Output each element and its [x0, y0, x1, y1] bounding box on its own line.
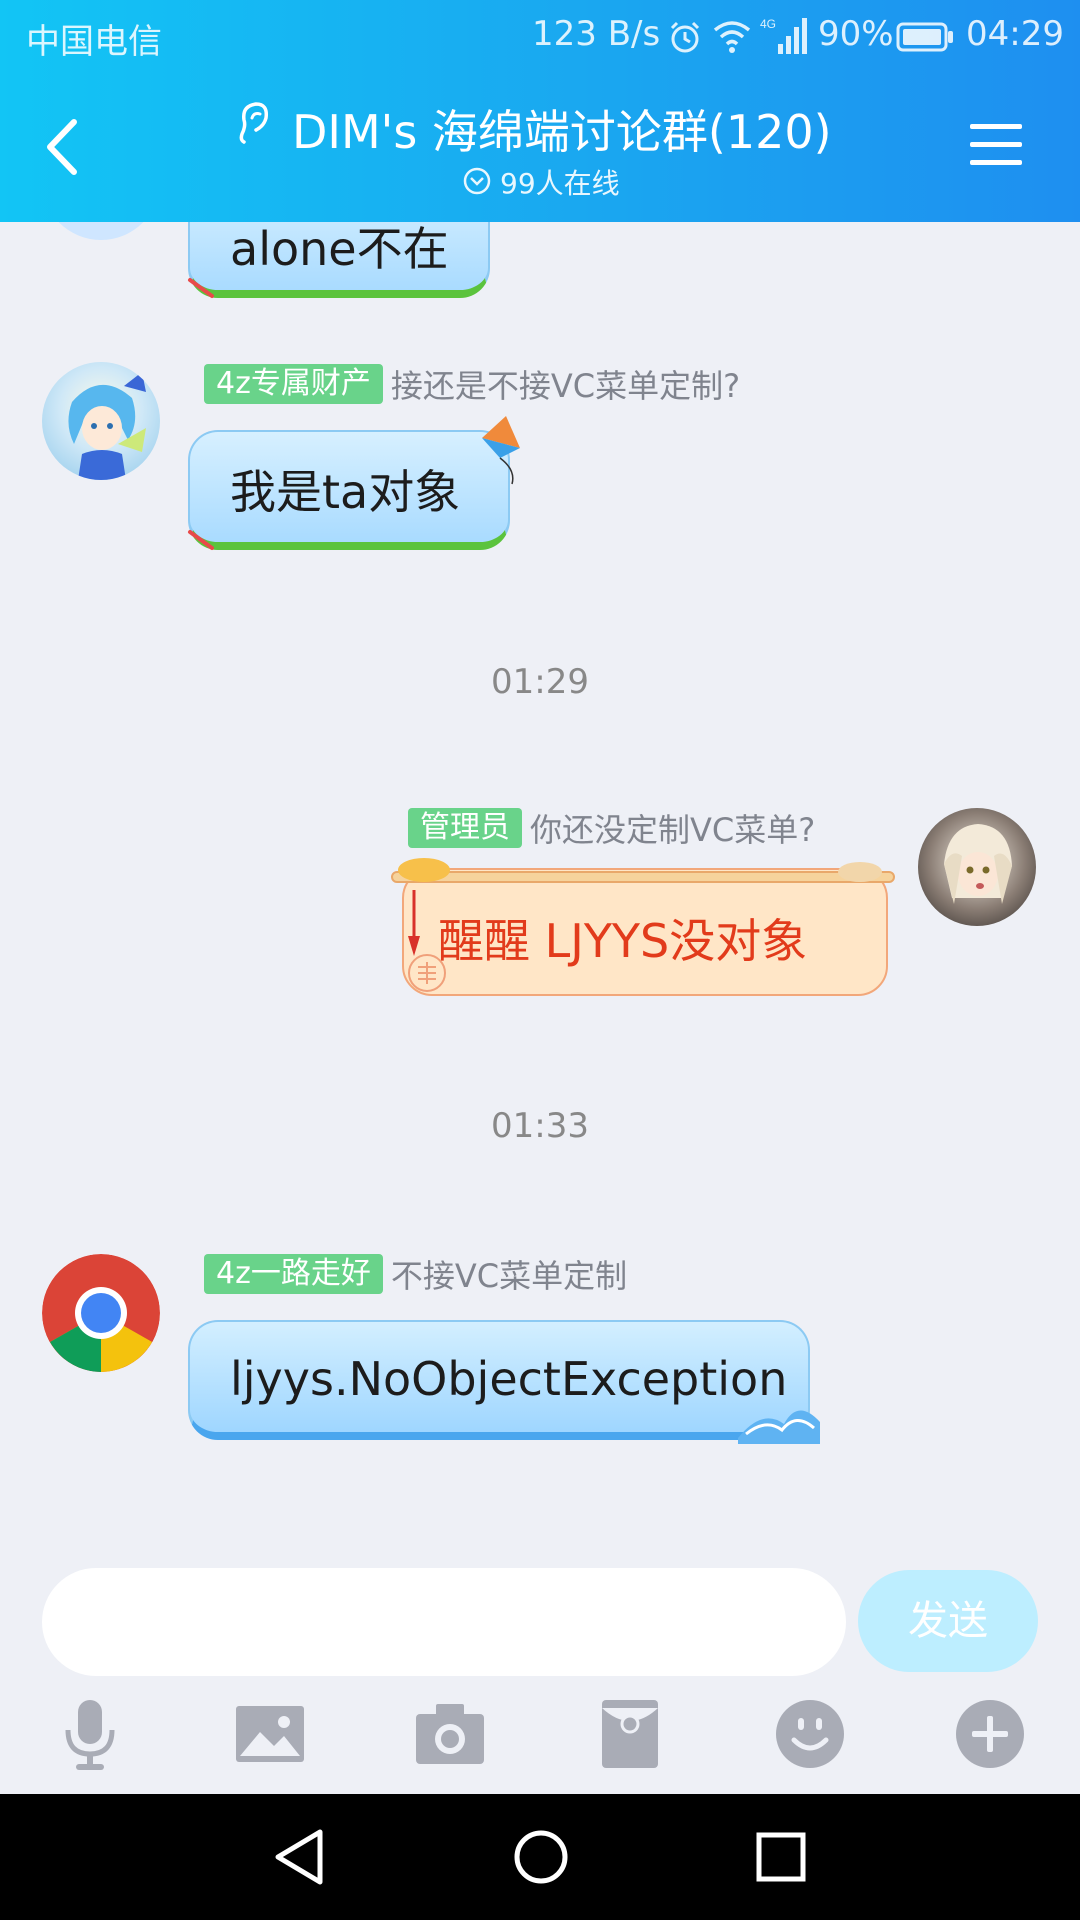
sender-avatar[interactable]	[42, 362, 160, 480]
message-text: ljyys.NoObjectException	[230, 1352, 788, 1406]
wifi-icon	[713, 21, 751, 53]
plus-icon[interactable]	[950, 1694, 1030, 1774]
sender-avatar[interactable]	[42, 1254, 160, 1372]
timestamp: 01:33	[491, 1106, 589, 1146]
recents-square-icon[interactable]	[746, 1822, 816, 1892]
back-triangle-icon[interactable]	[264, 1822, 334, 1892]
sender-avatar[interactable]	[42, 222, 160, 240]
message-bubble[interactable]: alone不在	[188, 222, 490, 298]
sender-nickname[interactable]: 不接VC菜单定制	[391, 1251, 627, 1297]
message-text: 醒醒 LJYYS没对象	[438, 914, 808, 968]
system-nav-bar	[0, 1794, 1080, 1920]
online-chevron-icon	[463, 167, 491, 195]
anime-avatar-icon	[944, 824, 1012, 904]
message-text: 我是ta对象	[230, 465, 461, 519]
message-bubble[interactable]: 我是ta对象	[188, 430, 510, 550]
chat-header: 中国电信 123 B/s 4G 90% 04:29 DIM's 海绵端讨论群(1…	[0, 0, 1080, 222]
message-list[interactable]: alone不在 4z专属财产 接还是不接VC菜单定制? 我是ta对象 01:29	[0, 222, 1080, 1544]
sender-meta: 管理员 你还没定制VC菜单?	[408, 806, 815, 850]
message-text: alone不在	[230, 222, 449, 276]
self-avatar[interactable]	[918, 808, 1036, 926]
menu-icon[interactable]	[968, 120, 1024, 170]
kite-icon	[482, 416, 520, 485]
alarm-icon	[670, 21, 700, 53]
clock: 04:29	[966, 14, 1064, 54]
sender-meta: 4z一路走好 不接VC菜单定制	[204, 1252, 627, 1296]
emoji-icon[interactable]	[770, 1694, 850, 1774]
anime-avatar-icon	[68, 372, 146, 480]
red-packet-icon[interactable]	[590, 1694, 670, 1774]
scroll-rod-top-icon	[391, 858, 895, 883]
home-circle-icon[interactable]	[506, 1822, 576, 1892]
message-bubble[interactable]: ljyys.NoObjectException	[188, 1320, 810, 1440]
member-title-badge: 4z一路走好	[204, 1254, 383, 1294]
image-icon[interactable]	[230, 1694, 310, 1774]
online-count[interactable]: 99人在线	[500, 162, 620, 202]
battery-icon	[896, 22, 953, 52]
mic-icon[interactable]	[50, 1694, 130, 1774]
admin-badge: 管理员	[408, 808, 522, 848]
signal-icon: 4G	[760, 17, 807, 54]
ear-icon[interactable]	[232, 100, 272, 150]
chrome-logo-icon	[42, 1254, 160, 1372]
input-bar: 发送	[0, 1544, 1080, 1794]
sender-nickname[interactable]: 接还是不接VC菜单定制?	[391, 361, 740, 407]
signal-type-label: 4G	[760, 17, 776, 31]
status-bar: 中国电信 123 B/s 4G 90% 04:29	[0, 0, 1080, 72]
battery-percent: 90%	[818, 14, 894, 54]
timestamp: 01:29	[491, 662, 589, 702]
wave-decoration-icon	[738, 1410, 820, 1444]
network-speed: 123 B/s	[532, 14, 661, 54]
camera-icon[interactable]	[410, 1694, 490, 1774]
message-input[interactable]	[42, 1568, 846, 1676]
bubble-pin-icon	[188, 278, 214, 298]
back-arrow-icon[interactable]	[40, 112, 88, 182]
bubble-pin-icon	[188, 530, 214, 550]
carrier-label: 中国电信	[26, 22, 162, 62]
sender-meta: 4z专属财产 接还是不接VC菜单定制?	[204, 362, 740, 406]
seal-stamp-icon	[408, 954, 446, 992]
group-title[interactable]: DIM's 海绵端讨论群(120)	[292, 96, 832, 162]
send-button[interactable]: 发送	[858, 1570, 1038, 1672]
member-title-badge: 4z专属财产	[204, 364, 383, 404]
sender-nickname[interactable]: 你还没定制VC菜单?	[530, 805, 815, 851]
tassel-icon	[408, 890, 420, 956]
